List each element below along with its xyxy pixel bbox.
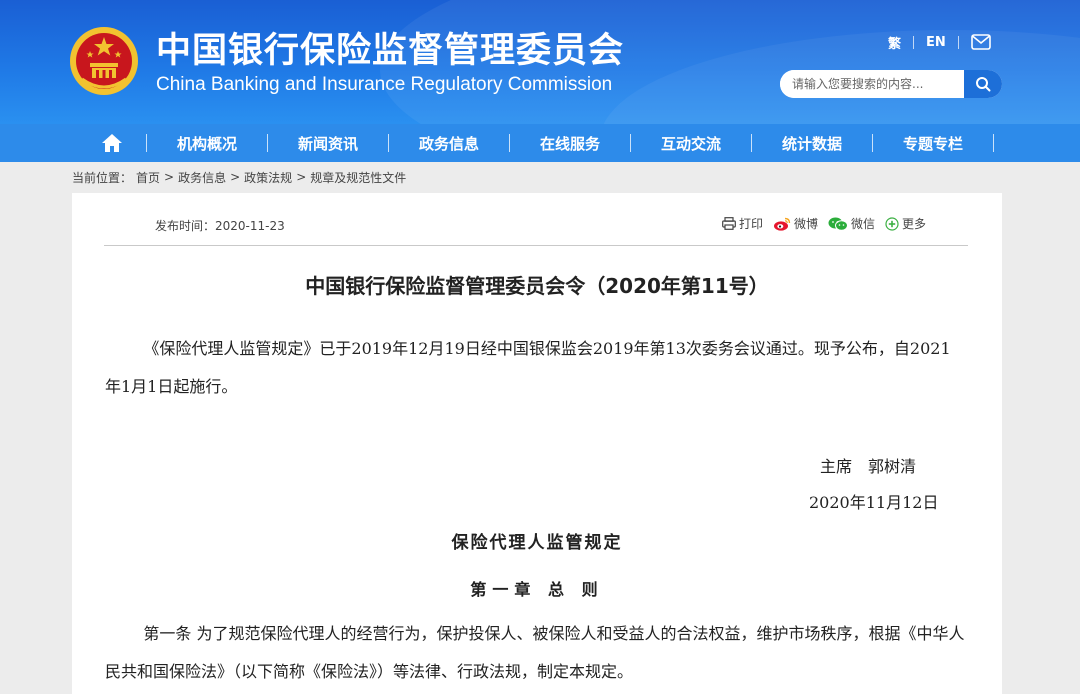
article-paragraph: 《保险代理人监管规定》已于2019年12月19日经中国银保监会2019年第13次… <box>105 339 951 396</box>
nav-item-about[interactable]: 机构概况 <box>147 124 267 162</box>
wechat-share-button[interactable]: 微信 <box>828 215 875 232</box>
site-title: 中国银行保险监督管理委员会 <box>156 31 625 71</box>
language-bar: 繁 EN <box>888 32 991 52</box>
share-bar: 打印 微博 微信 更多 <box>722 215 936 232</box>
nav-item-online-services[interactable]: 在线服务 <box>510 124 630 162</box>
article-paragraph: 第一条 为了规范保险代理人的经营行为，保护投保人、被保险人和受益人的合法权益，维… <box>105 624 965 681</box>
breadcrumb-link-regulations[interactable]: 规章及规范性文件 <box>310 169 406 186</box>
breadcrumb-link-home[interactable]: 首页 <box>136 169 160 186</box>
breadcrumb-link-policy[interactable]: 政策法规 <box>244 169 292 186</box>
breadcrumb-prefix: 当前位置： <box>72 170 133 185</box>
printer-icon <box>722 217 736 230</box>
print-button[interactable]: 打印 <box>722 215 763 232</box>
weibo-icon <box>774 217 791 231</box>
breadcrumb: 当前位置： 首页 > 政务信息 > 政策法规 > 规章及规范性文件 <box>72 168 410 186</box>
nav-item-interaction[interactable]: 互动交流 <box>631 124 751 162</box>
publish-info: 发布时间：2020-11-23 <box>155 217 285 234</box>
weibo-share-button[interactable]: 微博 <box>773 215 818 232</box>
nav-item-government-info[interactable]: 政务信息 <box>389 124 509 162</box>
breadcrumb-separator: > <box>230 170 241 184</box>
breadcrumb-separator: > <box>296 170 307 184</box>
nav-item-special-topics[interactable]: 专题专栏 <box>873 124 993 162</box>
search-button[interactable] <box>964 70 1002 98</box>
more-label: 更多 <box>902 217 927 231</box>
national-emblem-icon <box>70 27 138 95</box>
article-title: 中国银行保险监督管理委员会令（2020年第11号） <box>305 274 769 298</box>
breadcrumb-link-government-info[interactable]: 政务信息 <box>178 169 226 186</box>
home-button[interactable] <box>78 124 146 162</box>
plus-circle-icon <box>885 216 899 231</box>
divider <box>957 35 959 49</box>
site-header: 中国银行保险监督管理委员会 China Banking and Insuranc… <box>0 0 1080 124</box>
mail-icon[interactable] <box>970 34 991 50</box>
main-nav: 机构概况 新闻资讯 政务信息 在线服务 互动交流 统计数据 专题专栏 <box>0 124 1080 162</box>
wechat-icon <box>828 217 849 231</box>
publish-label: 发布时间： <box>155 219 216 233</box>
nav-divider <box>993 134 994 152</box>
home-icon <box>102 134 122 152</box>
signature-date: 2020年11月12日 <box>809 493 939 512</box>
print-label: 打印 <box>739 217 764 231</box>
wechat-label: 微信 <box>851 217 876 231</box>
traditional-chinese-link[interactable]: 繁 <box>888 33 901 52</box>
article-panel: 发布时间：2020-11-23 打印 微博 微信 更多 中国银行保险监督管理委员… <box>72 193 1002 694</box>
site-title-english: China Banking and Insurance Regulatory C… <box>156 74 613 95</box>
search-box <box>780 70 1002 98</box>
publish-date: 2020-11-23 <box>215 219 285 233</box>
signatory: 主席 郭树清 <box>820 457 917 476</box>
more-share-button[interactable]: 更多 <box>885 215 926 232</box>
divider <box>104 245 968 246</box>
search-input[interactable] <box>780 70 964 98</box>
divider <box>913 35 915 49</box>
search-icon <box>976 77 991 92</box>
nav-item-statistics[interactable]: 统计数据 <box>752 124 872 162</box>
english-link[interactable]: EN <box>926 35 946 50</box>
weibo-label: 微博 <box>794 217 819 231</box>
chapter-heading: 第一章 总 则 <box>470 580 604 599</box>
regulation-title: 保险代理人监管规定 <box>451 533 623 553</box>
breadcrumb-separator: > <box>164 170 175 184</box>
nav-item-news[interactable]: 新闻资讯 <box>268 124 388 162</box>
